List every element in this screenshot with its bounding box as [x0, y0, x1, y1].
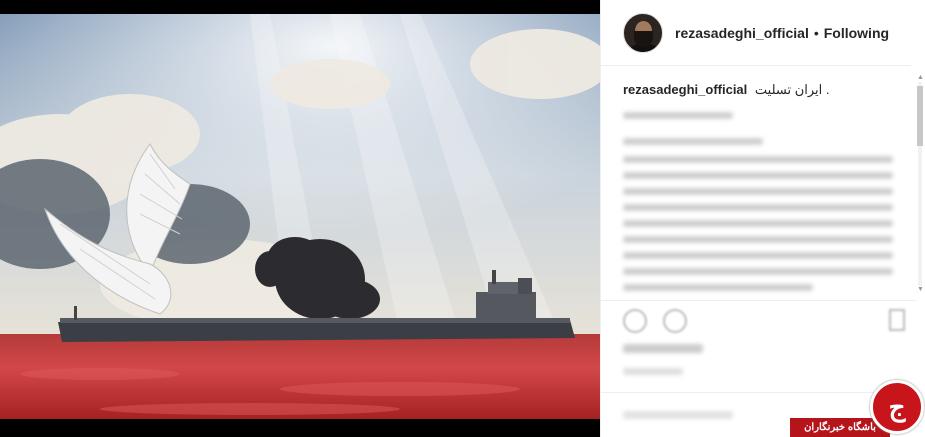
header-separator: •	[813, 24, 819, 41]
author-avatar[interactable]	[623, 12, 663, 53]
post-timestamp	[623, 368, 683, 375]
scroll-thumb[interactable]	[917, 86, 923, 146]
comment-input[interactable]	[623, 411, 733, 419]
caption-text: ایران تسلیت .	[754, 82, 830, 97]
post-image	[0, 14, 600, 419]
comment-icon[interactable]	[663, 309, 687, 333]
scroll-up-icon[interactable]: ▲	[917, 74, 924, 81]
caption-username[interactable]: rezasadeghi_official	[623, 82, 747, 97]
bookmark-icon[interactable]	[889, 309, 905, 331]
comments-scrollbar[interactable]: ▲ ▼	[916, 74, 924, 294]
post-side-panel: rezasadeghi_official • Following rezasad…	[600, 0, 925, 437]
author-username[interactable]: rezasadeghi_official	[675, 25, 809, 41]
likes-count[interactable]	[623, 344, 703, 353]
scroll-down-icon[interactable]: ▼	[917, 286, 924, 293]
post-actions	[601, 300, 916, 340]
like-icon[interactable]	[623, 309, 647, 333]
post-caption: rezasadeghi_official ایران تسلیت .	[623, 82, 913, 98]
watermark-logo: ج	[870, 380, 924, 434]
post-header: rezasadeghi_official • Following	[601, 0, 911, 66]
following-button[interactable]: Following	[824, 25, 889, 41]
post-image-panel[interactable]	[0, 0, 600, 437]
